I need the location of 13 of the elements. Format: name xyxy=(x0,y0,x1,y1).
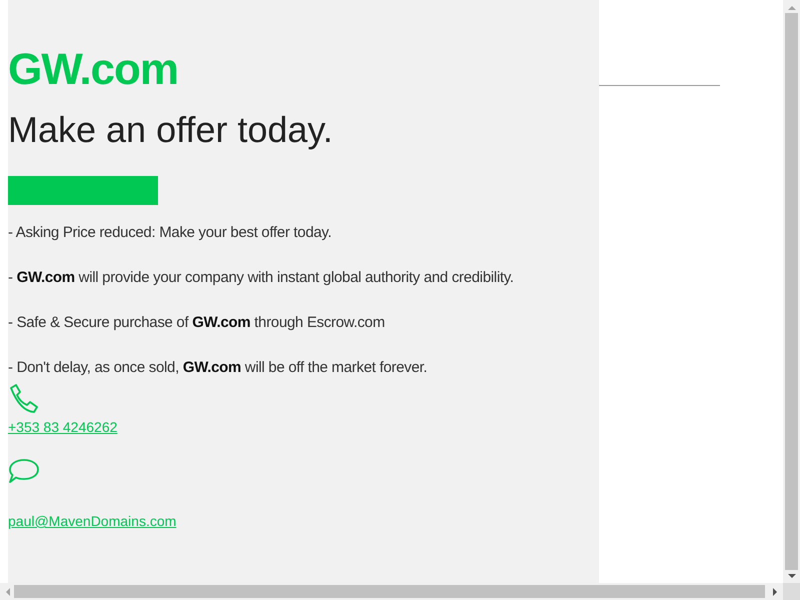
phone-link[interactable]: +353 83 4246262 xyxy=(8,418,118,436)
feature-text: - GW.com will provide your company with instant global authority and credibility. xyxy=(8,268,515,288)
offer-bar[interactable] xyxy=(8,176,158,205)
email-link[interactable]: paul@MavenDomains.com xyxy=(8,512,176,530)
headline: Make an offer today. xyxy=(8,108,334,152)
vertical-scrollbar[interactable] xyxy=(783,0,800,583)
feature-text: - Safe & Secure purchase of GW.com through Escrow.com xyxy=(8,313,386,333)
logo: GW.com xyxy=(8,44,180,96)
feature-text: - Don't delay, as once sold, GW.com will be off the market forever. xyxy=(8,358,428,378)
horizontal-scrollbar[interactable] xyxy=(0,583,800,600)
feature-text: - Asking Price reduced: Make your best offer today. xyxy=(8,223,332,243)
chat-icon xyxy=(8,458,40,484)
phone-icon xyxy=(8,384,38,414)
